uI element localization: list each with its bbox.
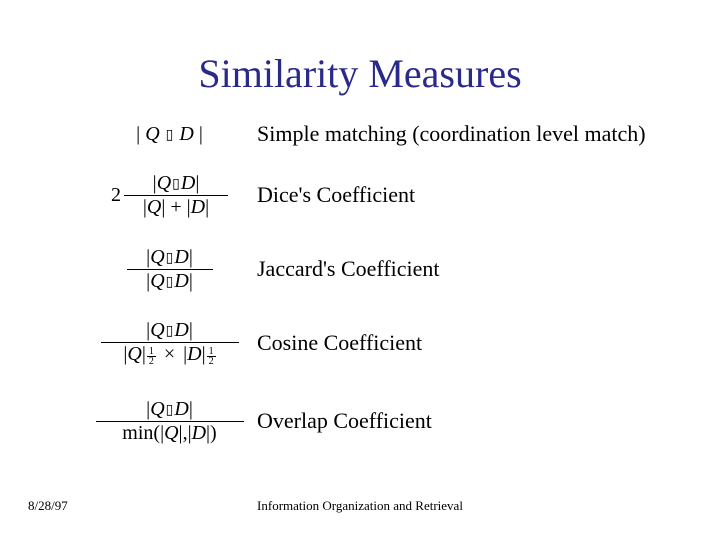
- label-cosine: Cosine Coefficient: [257, 330, 422, 356]
- row-overlap: |Q▯D| min(|Q|,|D|) Overlap Coefficient: [82, 382, 682, 460]
- slide-title: Similarity Measures: [0, 50, 720, 97]
- row-cosine: |Q▯D| |Q|12 × |D|12 Cosine Coefficient: [82, 304, 682, 382]
- label-simple: Simple matching (coordination level matc…: [257, 121, 646, 147]
- intersection-icon: ▯: [165, 401, 175, 417]
- formula-simple: | Q ▯ D |: [82, 123, 257, 146]
- label-overlap: Overlap Coefficient: [257, 408, 432, 434]
- formula-overlap: |Q▯D| min(|Q|,|D|): [82, 398, 257, 445]
- slide: Similarity Measures | Q ▯ D | Simple mat…: [0, 0, 720, 540]
- intersection-icon: ▯: [165, 249, 175, 265]
- footer-source: Information Organization and Retrieval: [0, 498, 720, 514]
- row-simple: | Q ▯ D | Simple matching (coordination …: [82, 112, 682, 156]
- intersection-icon: ▯: [165, 126, 175, 142]
- intersection-icon: ▯: [171, 175, 181, 191]
- formula-cosine: |Q▯D| |Q|12 × |D|12: [82, 319, 257, 367]
- label-jaccard: Jaccard's Coefficient: [257, 256, 440, 282]
- label-dice: Dice's Coefficient: [257, 182, 415, 208]
- intersection-icon: ▯: [165, 273, 175, 289]
- row-dice: 2 |Q▯D| |Q| + |D| Dice's Coefficient: [82, 156, 682, 234]
- row-jaccard: |Q▯D| |Q▯D| Jaccard's Coefficient: [82, 234, 682, 304]
- content-rows: | Q ▯ D | Simple matching (coordination …: [82, 112, 682, 460]
- formula-jaccard: |Q▯D| |Q▯D|: [82, 246, 257, 293]
- formula-dice: 2 |Q▯D| |Q| + |D|: [82, 172, 257, 219]
- intersection-icon: ▯: [165, 322, 175, 338]
